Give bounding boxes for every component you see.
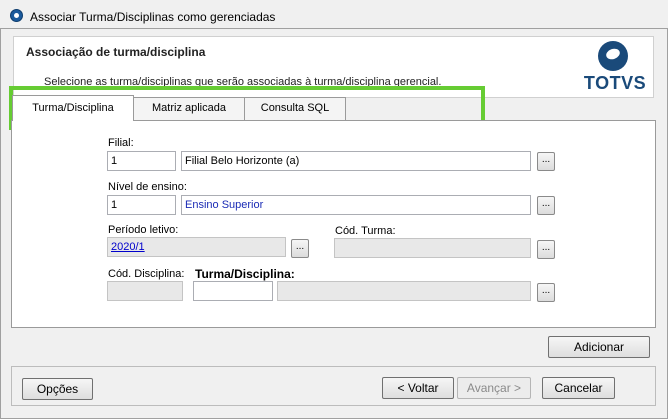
filial-lookup-button[interactable]: ... [537,152,555,171]
totvs-logo-text: TOTVS [583,73,647,93]
totvs-logo-icon [598,41,628,71]
turma-disciplina-lookup-button[interactable]: ... [537,283,555,302]
periodo-letivo-value[interactable]: 2020/1 [111,241,145,253]
periodo-letivo-field[interactable]: 2020/1 [107,237,286,257]
tab-turma-disciplina[interactable]: Turma/Disciplina [12,95,134,121]
wizard-footer: Opções < Voltar Avançar > Cancelar [11,366,656,406]
filial-name-field[interactable]: Filial Belo Horizonte (a) [181,151,531,171]
cancelar-button[interactable]: Cancelar [542,377,615,399]
adicionar-button[interactable]: Adicionar [548,336,650,358]
tab-panel: Filial: 1 Filial Belo Horizonte (a) ... … [11,120,656,328]
filial-label: Filial: [108,137,134,149]
dialog-window: Associação de turma/disciplina Selecione… [0,28,668,419]
turma-disciplina-name-field[interactable] [277,281,531,301]
cod-turma-lookup-button[interactable]: ... [537,240,555,259]
turma-disciplina-label: Turma/Disciplina: [195,267,295,281]
app-icon [10,9,23,22]
title-bar: Associar Turma/Disciplinas como gerencia… [0,0,668,28]
turma-disciplina-code-field[interactable] [193,281,273,301]
window-title: Associar Turma/Disciplinas como gerencia… [30,10,276,24]
nivel-ensino-lookup-button[interactable]: ... [537,196,555,215]
nivel-ensino-name-field[interactable]: Ensino Superior [181,195,531,215]
cod-disciplina-label: Cód. Disciplina: [108,268,185,280]
voltar-button[interactable]: < Voltar [382,377,454,399]
cod-turma-field[interactable] [334,238,531,258]
opcoes-button[interactable]: Opções [22,378,93,400]
nivel-ensino-code-field[interactable]: 1 [107,195,176,215]
periodo-letivo-label: Período letivo: [108,224,179,236]
nivel-ensino-label: Nível de ensino: [108,181,187,193]
periodo-letivo-lookup-button[interactable]: ... [291,239,309,258]
header-title: Associação de turma/disciplina [26,45,206,59]
totvs-logo: TOTVS [583,39,647,95]
cod-turma-label: Cód. Turma: [335,225,396,237]
avancar-button[interactable]: Avançar > [457,377,531,399]
cod-disciplina-field[interactable] [107,281,183,301]
filial-code-field[interactable]: 1 [107,151,176,171]
